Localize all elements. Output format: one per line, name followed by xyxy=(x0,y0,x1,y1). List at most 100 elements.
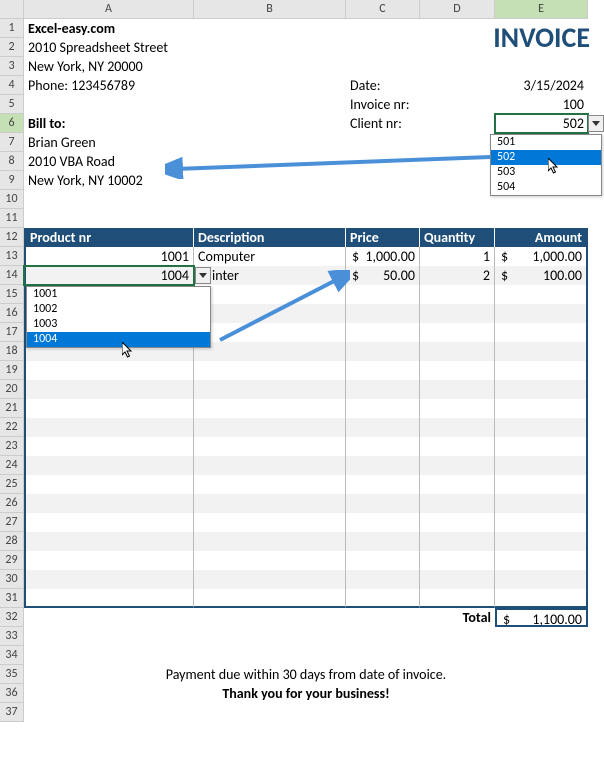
cell-quantity-2[interactable]: 2 xyxy=(420,266,495,285)
row-header-16[interactable]: 16 xyxy=(0,304,24,323)
empty-cell[interactable] xyxy=(495,456,588,475)
empty-cell[interactable] xyxy=(420,361,495,380)
empty-cell[interactable] xyxy=(495,532,588,551)
empty-cell[interactable] xyxy=(495,342,588,361)
row-header-13[interactable]: 13 xyxy=(0,247,24,266)
col-header-C[interactable]: C xyxy=(346,0,420,19)
cell-product-nr[interactable]: 1001 xyxy=(24,247,194,266)
row-header-29[interactable]: 29 xyxy=(0,551,24,570)
empty-cell[interactable] xyxy=(495,589,588,608)
row-header-25[interactable]: 25 xyxy=(0,475,24,494)
empty-cell[interactable] xyxy=(194,380,346,399)
row-header-37[interactable]: 37 xyxy=(0,703,24,722)
empty-cell[interactable] xyxy=(420,380,495,399)
empty-cell[interactable] xyxy=(346,589,420,608)
invoice-nr-value[interactable]: 100 xyxy=(495,95,588,114)
bill-to-label[interactable]: Bill to: xyxy=(24,114,346,133)
row-header-12[interactable]: 12 xyxy=(0,228,24,247)
client-option-selected[interactable]: 502 xyxy=(491,150,601,165)
cell-description[interactable]: Computer xyxy=(194,247,346,266)
empty-cell[interactable] xyxy=(346,570,420,589)
th-amount[interactable]: Amount xyxy=(495,228,588,247)
company-name[interactable]: Excel-easy.com xyxy=(24,19,346,38)
client-option[interactable]: 504 xyxy=(491,180,601,195)
product-dropdown-button[interactable] xyxy=(195,267,211,284)
row-header-33[interactable]: 33 xyxy=(0,627,24,646)
client-option[interactable]: 501 xyxy=(491,135,601,150)
empty-cell[interactable] xyxy=(420,323,495,342)
empty-cell[interactable] xyxy=(346,323,420,342)
row-header-8[interactable]: 8 xyxy=(0,152,24,171)
empty-cell[interactable] xyxy=(346,399,420,418)
product-option[interactable]: 1003 xyxy=(27,317,210,332)
empty-cell[interactable] xyxy=(24,399,194,418)
empty-cell[interactable] xyxy=(24,418,194,437)
product-option[interactable]: 1001 xyxy=(27,287,210,302)
date-label[interactable]: Date: xyxy=(346,76,420,95)
empty-cell[interactable] xyxy=(24,551,194,570)
empty-cell[interactable] xyxy=(346,418,420,437)
client-dropdown-button[interactable] xyxy=(588,115,604,132)
row-header-32[interactable]: 32 xyxy=(0,608,24,627)
empty-cell[interactable] xyxy=(24,380,194,399)
row-header-10[interactable]: 10 xyxy=(0,190,24,209)
row-header-23[interactable]: 23 xyxy=(0,437,24,456)
row-header-15[interactable]: 15 xyxy=(0,285,24,304)
empty-cell[interactable] xyxy=(420,494,495,513)
th-quantity[interactable]: Quantity xyxy=(420,228,495,247)
col-header-A[interactable]: A xyxy=(24,0,194,19)
empty-cell[interactable] xyxy=(346,494,420,513)
empty-cell[interactable] xyxy=(194,513,346,532)
empty-cell[interactable] xyxy=(194,399,346,418)
empty-cell[interactable] xyxy=(495,380,588,399)
empty-cell[interactable] xyxy=(420,342,495,361)
row-header-3[interactable]: 3 xyxy=(0,57,24,76)
empty-cell[interactable] xyxy=(420,456,495,475)
date-value[interactable]: 3/15/2024 xyxy=(495,76,588,95)
empty-cell[interactable] xyxy=(194,570,346,589)
empty-cell[interactable] xyxy=(346,532,420,551)
row-header-30[interactable]: 30 xyxy=(0,570,24,589)
empty-cell[interactable] xyxy=(24,456,194,475)
row-header-14[interactable]: 14 xyxy=(0,266,24,285)
cell-quantity[interactable]: 1 xyxy=(420,247,495,266)
row-header-26[interactable]: 26 xyxy=(0,494,24,513)
empty-cell[interactable] xyxy=(420,304,495,323)
client-nr-value[interactable]: 502 xyxy=(495,114,588,133)
empty-cell[interactable] xyxy=(420,285,495,304)
empty-cell[interactable] xyxy=(495,570,588,589)
empty-cell[interactable] xyxy=(495,437,588,456)
client-option[interactable]: 503 xyxy=(491,165,601,180)
row-header-34[interactable]: 34 xyxy=(0,646,24,665)
row-header-21[interactable]: 21 xyxy=(0,399,24,418)
empty-cell[interactable] xyxy=(24,361,194,380)
empty-cell[interactable] xyxy=(346,342,420,361)
row-header-24[interactable]: 24 xyxy=(0,456,24,475)
empty-cell[interactable] xyxy=(495,418,588,437)
row-header-7[interactable]: 7 xyxy=(0,133,24,152)
col-header-E[interactable]: E xyxy=(495,0,588,19)
row-header-1[interactable]: 1 xyxy=(0,19,24,38)
row-header-18[interactable]: 18 xyxy=(0,342,24,361)
product-dropdown-list[interactable]: 1001 1002 1003 1004 xyxy=(26,286,211,348)
th-description[interactable]: Description xyxy=(194,228,346,247)
row-header-2[interactable]: 2 xyxy=(0,38,24,57)
col-header-B[interactable]: B xyxy=(194,0,346,19)
empty-cell[interactable] xyxy=(24,589,194,608)
empty-cell[interactable] xyxy=(346,513,420,532)
empty-cell[interactable] xyxy=(24,437,194,456)
empty-cell[interactable] xyxy=(24,532,194,551)
client-dropdown-list[interactable]: 501 502 503 504 xyxy=(490,134,602,196)
company-city[interactable]: New York, NY 20000 xyxy=(24,57,346,76)
empty-cell[interactable] xyxy=(495,475,588,494)
empty-cell[interactable] xyxy=(420,570,495,589)
row-header-28[interactable]: 28 xyxy=(0,532,24,551)
empty-cell[interactable] xyxy=(194,456,346,475)
row-header-36[interactable]: 36 xyxy=(0,684,24,703)
company-phone[interactable]: Phone: 123456789 xyxy=(24,76,346,95)
cell-price[interactable]: $1,000.00 xyxy=(346,247,420,266)
empty-cell[interactable] xyxy=(24,513,194,532)
total-label[interactable]: Total xyxy=(420,608,495,627)
empty-cell[interactable] xyxy=(194,475,346,494)
row-header-19[interactable]: 19 xyxy=(0,361,24,380)
